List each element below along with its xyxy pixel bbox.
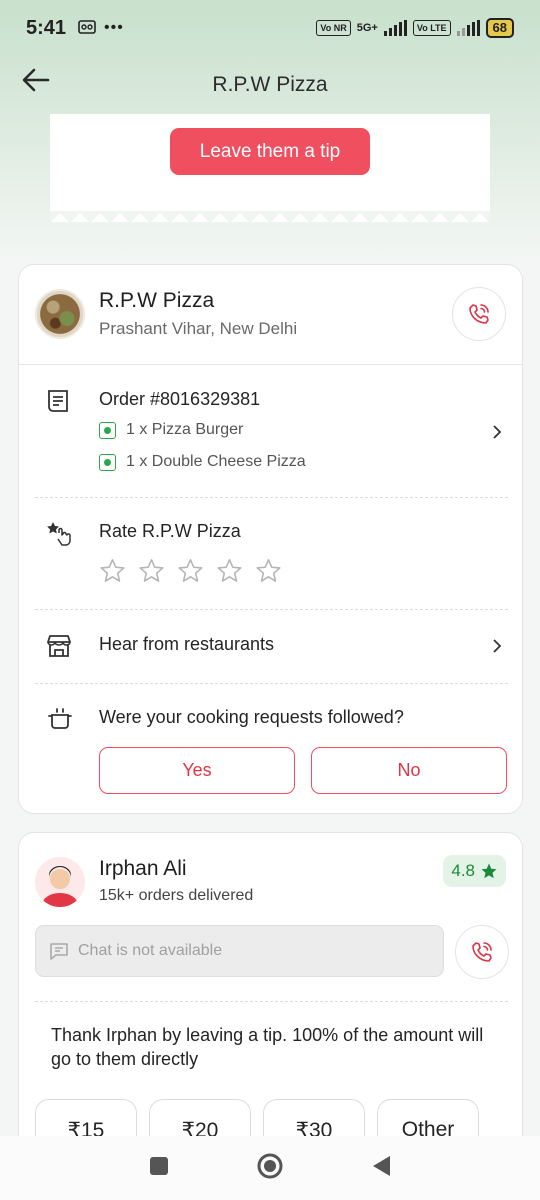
restaurant-location: Prashant Vihar, New Delhi — [99, 319, 298, 338]
volte-nr-badge: Vo NR — [316, 20, 351, 36]
veg-indicator-icon — [99, 453, 116, 471]
restaurant-card: R.P.W Pizza Prashant Vihar, New Delhi Or… — [18, 264, 523, 814]
battery-indicator: 68 — [485, 18, 514, 38]
cooking-pot-icon — [47, 705, 73, 731]
restaurant-name: R.P.W Pizza — [99, 289, 215, 312]
home-circle-icon[interactable] — [256, 1152, 284, 1185]
rating-stars — [99, 557, 282, 584]
veg-indicator-icon — [99, 421, 116, 439]
rider-orders-delivered: 15k+ orders delivered — [99, 887, 254, 904]
app-header: R.P.W Pizza — [0, 56, 540, 114]
order-item-1: 1 x Pizza Burger — [99, 421, 243, 439]
tip-banner-card: Leave them a tip — [50, 114, 490, 223]
star-filled-icon — [481, 863, 497, 879]
delivery-partner-card: Irphan Ali 15k+ orders delivered 4.8 Cha… — [18, 832, 523, 1172]
order-number: Order #8016329381 — [99, 389, 261, 409]
call-restaurant-button[interactable] — [452, 287, 506, 341]
restaurant-logo — [35, 289, 85, 339]
status-bar: 5:41 ••• Vo NR 5G+ Vo LTE 68 — [0, 0, 540, 56]
divider — [35, 497, 508, 498]
phone-call-icon — [469, 304, 489, 324]
hear-from-restaurants-row[interactable]: Hear from restaurants — [19, 610, 524, 680]
rider-rating-badge: 4.8 — [443, 855, 506, 887]
chat-bubble-icon — [50, 943, 68, 960]
order-item-1-label: 1 x Pizza Burger — [126, 421, 244, 438]
signal-strength-icon — [383, 20, 407, 36]
page-title: R.P.W Pizza — [212, 73, 328, 96]
chevron-right-icon[interactable] — [490, 639, 504, 653]
rate-restaurant-label: Rate R.P.W Pizza — [99, 521, 241, 541]
signal-strength-icon-2 — [456, 20, 480, 36]
chevron-right-icon[interactable] — [490, 425, 504, 439]
rider-name: Irphan Ali — [99, 857, 187, 880]
cooking-question: Were your cooking requests followed? — [99, 707, 404, 727]
recents-square-icon[interactable] — [148, 1155, 170, 1182]
status-time: 5:41 — [26, 16, 67, 39]
back-arrow-icon[interactable] — [20, 64, 52, 96]
volte-lte-badge: Vo LTE — [412, 20, 451, 36]
no-button[interactable]: No — [311, 747, 507, 794]
storefront-icon — [45, 632, 73, 660]
order-item-2-label: 1 x Double Cheese Pizza — [126, 453, 306, 470]
star-outline-icon[interactable] — [216, 557, 243, 584]
hear-from-restaurants-label: Hear from restaurants — [99, 634, 275, 654]
system-nav-bar — [0, 1136, 540, 1200]
star-outline-icon[interactable] — [138, 557, 165, 584]
star-outline-icon[interactable] — [177, 557, 204, 584]
star-outline-icon[interactable] — [255, 557, 282, 584]
leave-tip-button[interactable]: Leave them a tip — [170, 128, 370, 175]
yes-button[interactable]: Yes — [99, 747, 295, 794]
more-notifications-icon: ••• — [104, 19, 124, 36]
divider — [35, 683, 508, 684]
tip-message: Thank Irphan by leaving a tip. 100% of t… — [51, 1025, 484, 1069]
back-triangle-icon[interactable] — [370, 1154, 392, 1183]
screen-record-icon — [78, 17, 96, 40]
chat-input[interactable]: Chat is not available — [35, 925, 444, 977]
rate-hand-icon — [45, 519, 73, 547]
restaurant-header: R.P.W Pizza Prashant Vihar, New Delhi — [19, 265, 522, 365]
zigzag-edge — [50, 211, 490, 223]
phone-call-icon — [472, 942, 492, 962]
rider-rating-value: 4.8 — [451, 861, 475, 880]
status-indicators: Vo NR 5G+ Vo LTE 68 — [316, 18, 514, 38]
star-outline-icon[interactable] — [99, 557, 126, 584]
rider-avatar — [35, 857, 85, 907]
divider — [35, 1001, 508, 1002]
order-details-row[interactable]: Order #8016329381 1 x Pizza Burger 1 x D… — [19, 365, 524, 497]
receipt-icon — [45, 387, 73, 415]
call-rider-button[interactable] — [455, 925, 509, 979]
chat-placeholder: Chat is not available — [78, 942, 223, 959]
network-type-label: 5G+ — [356, 22, 378, 34]
order-item-2: 1 x Double Cheese Pizza — [99, 453, 306, 471]
